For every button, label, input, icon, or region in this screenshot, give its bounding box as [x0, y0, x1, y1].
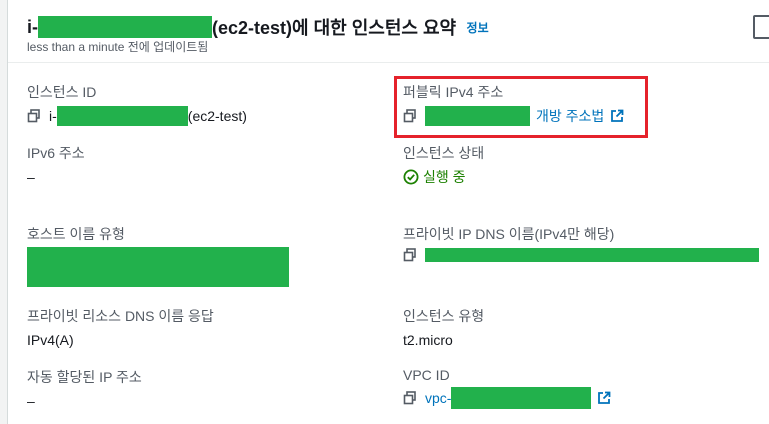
- redacted-instance-id-value: [56, 106, 188, 126]
- info-link[interactable]: 정보: [467, 21, 489, 35]
- hostname-type-field: 호스트 이름 유형: [27, 224, 289, 287]
- instance-summary-panel: i- (ec2-test)에 대한 인스턴스 요약 정보 less than a…: [7, 0, 769, 424]
- external-link-icon[interactable]: [597, 391, 611, 405]
- auto-ip-field: 자동 할당된 IP 주소 –: [27, 367, 142, 409]
- vpc-id-label: VPC ID: [403, 367, 450, 383]
- ipv6-value: –: [27, 169, 35, 185]
- title-prefix: i-: [27, 16, 38, 37]
- copy-icon[interactable]: [403, 248, 417, 262]
- instance-state-label: 인스턴스 상태: [403, 145, 485, 161]
- title-row: i- (ec2-test)에 대한 인스턴스 요약 정보: [27, 14, 489, 38]
- instance-type-label: 인스턴스 유형: [403, 308, 485, 324]
- instance-type-value: t2.micro: [403, 332, 453, 348]
- auto-ip-label: 자동 할당된 IP 주소: [27, 369, 142, 385]
- instance-id-field: 인스턴스 ID i- (ec2-test): [27, 82, 247, 126]
- instance-id-prefix: i-: [49, 108, 57, 124]
- redacted-private-dns: [425, 248, 759, 262]
- public-ipv4-highlight-box: [394, 76, 648, 138]
- redacted-hostname-type: [27, 247, 289, 287]
- copy-icon[interactable]: [403, 391, 417, 405]
- instance-state-text: 실행 중: [423, 169, 466, 185]
- hostname-type-label: 호스트 이름 유형: [27, 226, 125, 242]
- ipv6-field: IPv6 주소 –: [27, 143, 85, 185]
- redacted-vpc-id: [451, 387, 592, 409]
- instance-id-value: i- (ec2-test): [27, 106, 247, 126]
- private-dns-response-field: 프라이빗 리소스 DNS 이름 응답 IPv4(A): [27, 306, 214, 348]
- private-dns-response-label: 프라이빗 리소스 DNS 이름 응답: [27, 308, 214, 324]
- instance-state-field: 인스턴스 상태 실행 중: [403, 143, 484, 187]
- auto-ip-value: –: [27, 393, 35, 409]
- title-suffix: (ec2-test)에 대한 인스턴스 요약: [212, 18, 457, 38]
- header-action-button[interactable]: [753, 15, 769, 39]
- check-circle-icon: [403, 169, 419, 185]
- private-ip-dns-value: [403, 248, 759, 262]
- vpc-id-field: VPC ID vpc-: [403, 367, 611, 409]
- ipv6-label: IPv6 주소: [27, 145, 85, 161]
- instance-state-value: 실행 중: [403, 167, 484, 187]
- vpc-id-link[interactable]: vpc-: [425, 390, 451, 406]
- private-ip-dns-field: 프라이빗 IP DNS 이름(IPv4만 해당): [403, 224, 759, 262]
- private-dns-response-value: IPv4(A): [27, 332, 74, 348]
- copy-icon[interactable]: [27, 109, 41, 123]
- instance-id-label: 인스턴스 ID: [27, 84, 97, 100]
- last-updated-text: less than a minute 전에 업데이트됨: [27, 40, 209, 54]
- instance-type-field: 인스턴스 유형 t2.micro: [403, 306, 484, 348]
- instance-id-suffix: (ec2-test): [187, 108, 247, 124]
- private-ip-dns-label: 프라이빗 IP DNS 이름(IPv4만 해당): [403, 226, 615, 242]
- redacted-instance-id: [38, 16, 212, 38]
- vpc-id-value: vpc-: [403, 387, 611, 409]
- page-title: i- (ec2-test)에 대한 인스턴스 요약: [27, 14, 456, 40]
- panel-header: i- (ec2-test)에 대한 인스턴스 요약 정보 less than a…: [8, 0, 769, 63]
